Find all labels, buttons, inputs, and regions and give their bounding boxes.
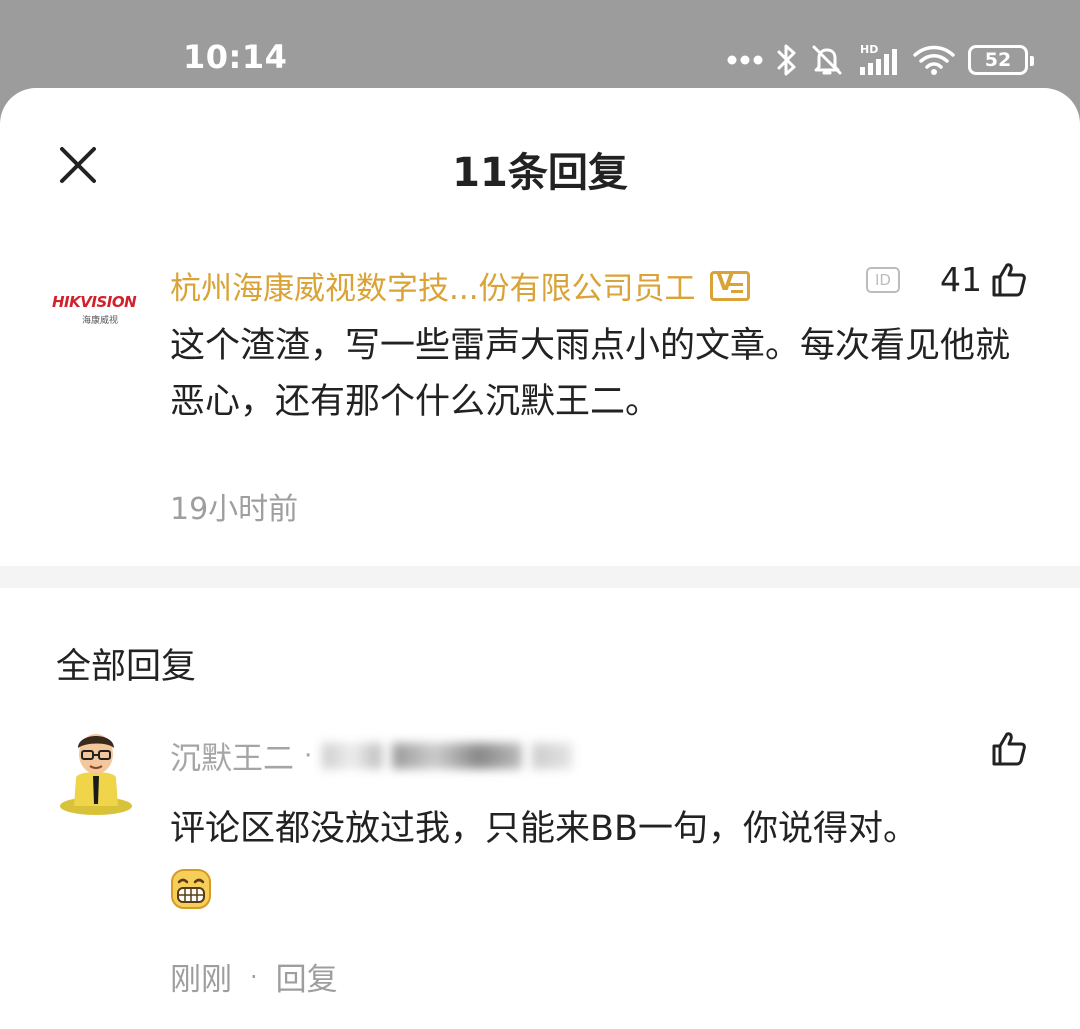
author-line: 杭州海康威视数字技...份有限公司员工 V <box>170 263 750 308</box>
thumbs-up-icon <box>992 262 1026 296</box>
reply-text: 评论区都没放过我，只能来BB一句，你说得对。 <box>170 809 919 849</box>
status-icons: HD 52 <box>726 40 1034 80</box>
comment-text: 这个渣渣，写一些雷声大雨点小的文章。每次看见他就恶心，还有那个什么沉默王二。 <box>170 326 1011 422</box>
id-badge: ID <box>866 267 900 293</box>
verified-badge: V <box>709 270 750 301</box>
avatar[interactable] <box>56 726 136 816</box>
like-count: 41 <box>940 260 982 299</box>
redacted-info <box>532 742 573 769</box>
reply-button[interactable]: 回复 <box>276 954 338 999</box>
author-name[interactable]: 杭州海康威视数字技...份有限公司员工 <box>170 263 696 308</box>
reply-time: 刚刚 <box>170 962 232 998</box>
status-bar: 10:14 HD 52 <box>0 0 1080 100</box>
battery-indicator: 52 <box>968 45 1034 75</box>
reply-author-name[interactable]: 沉默王二 <box>170 733 294 778</box>
like-button[interactable]: 41 <box>940 260 1028 299</box>
redacted-info <box>322 742 383 769</box>
replies-sheet: 11条回复 HIKVISION 海康威视 杭州海康威视数字技...份有限公司员工… <box>0 88 1080 1029</box>
status-time: 10:14 <box>183 38 288 76</box>
mute-bell-icon <box>812 45 842 75</box>
all-replies-heading: 全部回复 <box>56 647 197 687</box>
signal-hd-icon: HD <box>860 43 897 75</box>
bluetooth-icon <box>777 44 796 76</box>
comment-time: 19小时前 <box>170 492 299 527</box>
grin-emoji-icon <box>171 869 211 909</box>
company-logo[interactable]: HIKVISION 海康威视 <box>52 293 152 333</box>
sheet-title: 11条回复 <box>452 150 628 196</box>
thumbs-up-icon <box>992 732 1026 766</box>
reply-meta: 刚刚 · 回复 <box>170 954 338 999</box>
reply-author-line: 沉默王二 · <box>170 733 582 778</box>
section-divider <box>0 566 1080 588</box>
logo-text: HIKVISION <box>52 293 137 311</box>
more-dots-icon <box>727 55 763 65</box>
logo-subtext: 海康威视 <box>82 316 119 326</box>
wifi-icon <box>913 45 955 75</box>
reply-meta-dot: · <box>250 962 258 991</box>
hd-label: HD <box>860 43 878 56</box>
reply-like-button[interactable] <box>990 730 1028 772</box>
redacted-info <box>392 742 523 769</box>
reply-author-separator: · <box>304 740 313 771</box>
battery-level: 52 <box>984 49 1012 71</box>
